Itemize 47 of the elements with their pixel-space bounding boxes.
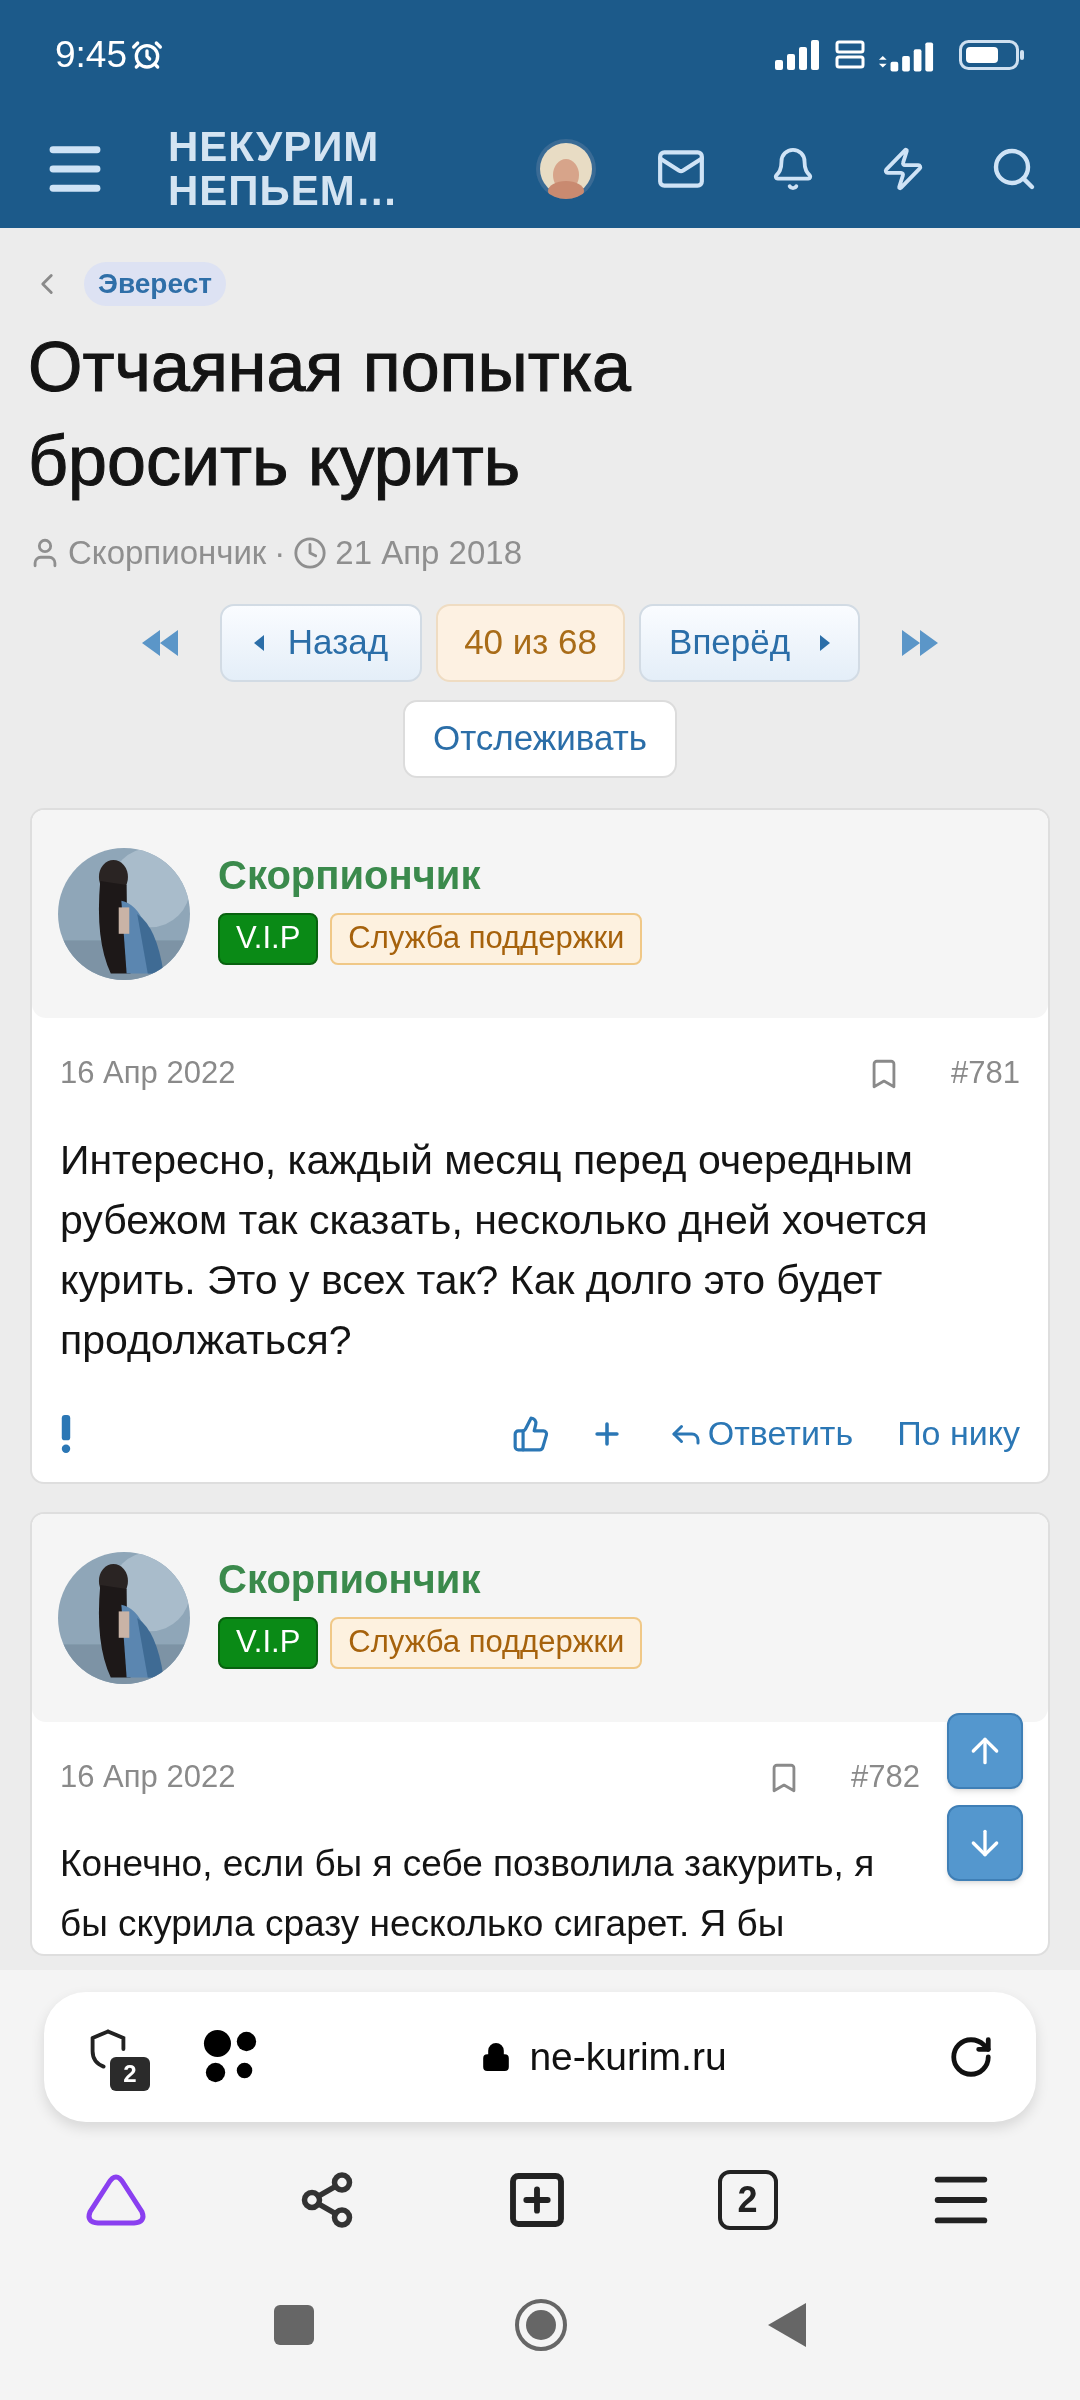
clock-time: 9:45: [55, 33, 127, 78]
url-text[interactable]: ne-kurim.ru: [529, 2027, 727, 2087]
scroll-down-button[interactable]: [947, 1805, 1023, 1881]
post-date[interactable]: 16 Апр 2022: [60, 1754, 236, 1801]
thread-title: Отчаяная попытка бросить курить: [27, 327, 632, 502]
scroll-up-button[interactable]: [947, 1713, 1023, 1789]
thread-author[interactable]: Скорпиончик: [68, 528, 267, 578]
battery-icon: [959, 40, 1025, 70]
post-date[interactable]: 16 Апр 2022: [60, 1050, 236, 1097]
home-icon[interactable]: [514, 2298, 568, 2352]
alarm-icon: [131, 39, 163, 71]
page-indicator[interactable]: 40 из 68: [436, 603, 626, 682]
signal-icon: [775, 40, 821, 70]
staff-badge: Служба поддержки: [330, 912, 643, 965]
breadcrumb-link[interactable]: Эверест: [84, 262, 226, 306]
vip-badge: V.I.P: [218, 1616, 319, 1669]
lock-icon: [481, 2042, 512, 2072]
caret-left-icon: [253, 634, 264, 651]
post-text: Конечно, если бы я себе позволила закурить, я бы скурила сразу несколько сигарет. Я бы: [60, 1841, 876, 1946]
address-bar[interactable]: 2 ne-kurim.ru: [44, 1992, 1036, 2122]
staff-badge: Служба поддержки: [330, 1616, 643, 1669]
post-text: Интересно, каждый месяц перед очередным рубежом так сказать, несколько дней хочется курить. Это у всех так? Как долго это будет продолжаться?: [60, 1135, 929, 1365]
next-page-button[interactable]: Вперёд: [639, 603, 861, 682]
clock-icon: [293, 535, 328, 570]
blocked-count: 2: [110, 2057, 150, 2091]
tabs-button[interactable]: 2: [717, 2170, 778, 2230]
author-name[interactable]: Скорпиончик: [218, 844, 643, 905]
site-logo-text[interactable]: НЕПЬЕМ…: [168, 169, 399, 213]
reply-button[interactable]: Ответить: [667, 1408, 854, 1459]
post-number[interactable]: #781: [951, 1050, 1020, 1097]
separator-dot: ·: [274, 533, 286, 573]
caret-right-icon: [820, 634, 831, 651]
reload-icon[interactable]: [948, 2034, 994, 2080]
author-name[interactable]: Скорпиончик: [218, 1548, 643, 1609]
thread-date[interactable]: 21 Апр 2018: [335, 528, 522, 578]
watch-button[interactable]: Отслеживать: [403, 699, 677, 778]
assistant-icon[interactable]: [84, 2172, 148, 2228]
thumbs-up-icon[interactable]: [511, 1414, 550, 1453]
exclamation-icon[interactable]: [60, 1414, 72, 1453]
previous-page-button[interactable]: Назад: [219, 603, 423, 682]
quote-button[interactable]: По нику: [897, 1408, 1020, 1459]
back-icon[interactable]: [768, 2303, 806, 2347]
first-page-icon[interactable]: [141, 629, 178, 656]
post-number[interactable]: #782: [851, 1754, 920, 1801]
site-logo-text[interactable]: НЕКУРИМ: [168, 125, 399, 169]
vip-badge: V.I.P: [218, 912, 319, 965]
last-page-icon[interactable]: [902, 629, 939, 656]
